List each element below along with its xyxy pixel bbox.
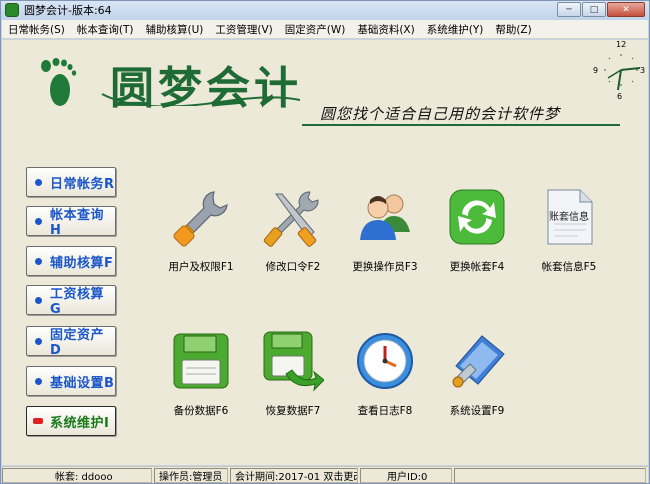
- func-account-set-info[interactable]: 账套信息 帐套信息F5: [524, 186, 614, 274]
- main-panel: 圆梦会计 圆您找个适合自己用的会计软件梦 12 3 6 9 日常帐务R 帐本查询…: [2, 40, 648, 465]
- func-change-password[interactable]: 修改口令F2: [248, 186, 338, 274]
- nav-daily-accounts-button[interactable]: 日常帐务R: [26, 167, 116, 197]
- window-title: 圆梦会计-版本:64: [24, 4, 112, 17]
- close-button[interactable]: ✕: [607, 2, 645, 17]
- nav-payroll-button[interactable]: 工资核算G: [26, 285, 116, 317]
- func-label: 系统设置F9: [449, 405, 505, 417]
- clock-icon: [357, 333, 413, 389]
- func-label: 备份数据F6: [173, 405, 229, 417]
- menu-auxiliary[interactable]: 辅助核算(U): [139, 22, 209, 37]
- tools-icon: [263, 191, 319, 247]
- func-view-log[interactable]: 查看日志F8: [340, 330, 430, 418]
- func-label: 恢复数据F7: [265, 405, 321, 417]
- nav-auxiliary-button[interactable]: 辅助核算F: [26, 246, 116, 276]
- minimize-icon: ─: [566, 4, 572, 15]
- func-label: 查看日志F8: [357, 405, 413, 417]
- func-backup-data[interactable]: 备份数据F6: [156, 330, 246, 418]
- nav-label: 日常帐务R: [50, 176, 115, 192]
- title-bar[interactable]: 圆梦会计-版本:64 ─ □ ✕: [1, 1, 649, 19]
- menu-basic-data[interactable]: 基础资料(X): [351, 22, 420, 37]
- analog-clock: 12 3 6 9: [588, 40, 648, 106]
- app-window: 圆梦会计-版本:64 ─ □ ✕ 日常帐务(S) 帐本查询(T) 辅助核算(U)…: [0, 0, 650, 484]
- app-icon: [5, 3, 19, 17]
- menu-fixed-assets[interactable]: 固定资产(W): [279, 22, 352, 37]
- func-system-settings[interactable]: 系统设置F9: [432, 330, 522, 418]
- menu-ledger-query[interactable]: 帐本查询(T): [71, 22, 140, 37]
- wrench-icon: [173, 191, 228, 247]
- floppy-icon: [173, 333, 229, 389]
- nav-label: 固定资产D: [50, 328, 105, 358]
- nav-system-maintenance-button[interactable]: 系统维护I: [26, 406, 116, 436]
- refresh-icon: [449, 189, 505, 245]
- func-user-permissions[interactable]: 用户及权限F1: [156, 186, 246, 274]
- func-label: 用户及权限F1: [168, 261, 234, 273]
- menu-payroll[interactable]: 工资管理(V): [209, 22, 278, 37]
- func-label: 更换操作员F3: [352, 261, 418, 273]
- nav-label: 系统维护I: [50, 415, 110, 431]
- nav-label: 基础设置B: [50, 375, 115, 391]
- menu-daily-accounts[interactable]: 日常帐务(S): [2, 22, 71, 37]
- menu-help[interactable]: 帮助(Z): [489, 22, 537, 37]
- status-user-id: 用户ID:0: [360, 467, 452, 483]
- func-restore-data[interactable]: 恢复数据F7: [248, 330, 338, 418]
- logo-name: 圆梦会计: [110, 63, 302, 114]
- nav-fixed-assets-button[interactable]: 固定资产D: [26, 326, 116, 358]
- clock-6: 6: [617, 92, 623, 101]
- slogan: 圆您找个适合自己用的会计软件梦: [320, 105, 561, 123]
- func-switch-operator[interactable]: 更换操作员F3: [340, 186, 430, 274]
- active-indicator-icon: [33, 418, 43, 424]
- clock-12: 12: [616, 40, 627, 49]
- bullet-icon: [35, 337, 42, 345]
- nav-basic-settings-button[interactable]: 基础设置B: [26, 366, 116, 396]
- bullet-icon: [35, 178, 42, 186]
- doc-caption: 账套信息: [549, 212, 589, 223]
- maximize-button[interactable]: □: [582, 2, 606, 17]
- bullet-icon: [35, 257, 42, 265]
- minimize-button[interactable]: ─: [557, 2, 581, 17]
- nav-label: 工资核算G: [50, 287, 105, 317]
- clock-3: 3: [640, 66, 646, 75]
- status-account-set: 帐套: ddooo: [2, 467, 152, 483]
- bullet-icon: [35, 377, 42, 385]
- bullet-icon: [35, 217, 42, 225]
- nav-label: 辅助核算F: [50, 255, 114, 271]
- status-empty: [454, 467, 646, 483]
- status-bar: 帐套: ddooo 操作员:管理员 会计期间:2017-01 双击更改 用户ID…: [2, 466, 648, 483]
- nav-label: 帐本查询H: [50, 208, 105, 238]
- func-label: 帐套信息F5: [541, 261, 597, 273]
- maximize-icon: □: [589, 4, 599, 15]
- window-controls: ─ □ ✕: [557, 2, 645, 17]
- func-switch-account-set[interactable]: 更换帐套F4: [432, 186, 522, 274]
- menu-system[interactable]: 系统维护(Y): [421, 22, 490, 37]
- floppy-restore-icon: [263, 331, 325, 392]
- bullet-icon: [35, 296, 42, 304]
- close-icon: ✕: [622, 4, 630, 15]
- func-label: 修改口令F2: [265, 261, 321, 273]
- status-period[interactable]: 会计期间:2017-01 双击更改: [230, 467, 358, 483]
- users-icon: [360, 194, 410, 240]
- settings-icon: [452, 335, 505, 388]
- status-operator: 操作员:管理员: [154, 467, 228, 483]
- menu-bar: 日常帐务(S) 帐本查询(T) 辅助核算(U) 工资管理(V) 固定资产(W) …: [2, 20, 648, 39]
- footprint-logo-icon: [41, 58, 77, 106]
- nav-ledger-query-button[interactable]: 帐本查询H: [26, 206, 116, 238]
- func-label: 更换帐套F4: [449, 261, 505, 273]
- slogan-underline: [302, 124, 620, 126]
- clock-9: 9: [593, 66, 599, 75]
